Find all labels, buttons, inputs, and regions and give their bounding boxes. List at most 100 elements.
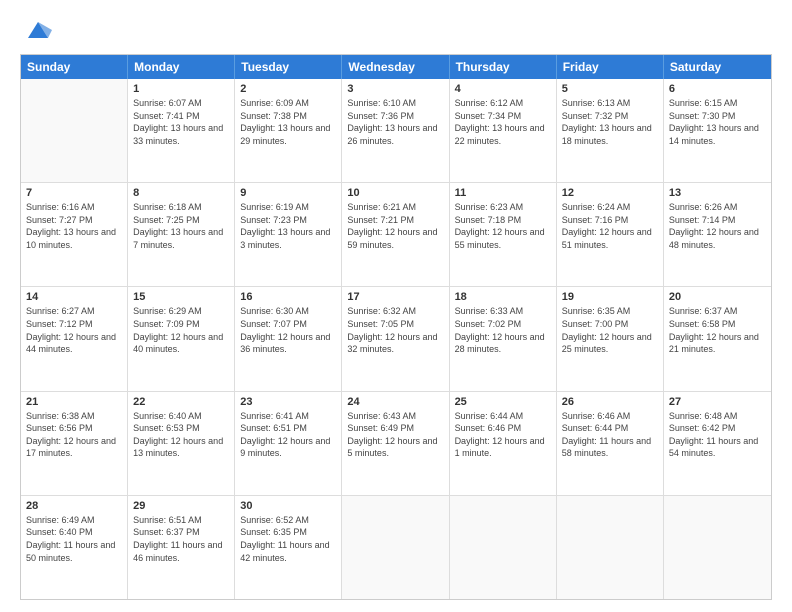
sunrise-text: Sunrise: 6:13 AM (562, 97, 658, 110)
sunset-text: Sunset: 6:58 PM (669, 318, 766, 331)
calendar-body: 1 Sunrise: 6:07 AMSunset: 7:41 PM Daylight… (21, 79, 771, 599)
sunset-text: Sunset: 7:07 PM (240, 318, 336, 331)
day-number: 29 (133, 500, 229, 512)
calendar-row: 1 Sunrise: 6:07 AMSunset: 7:41 PM Daylight… (21, 79, 771, 182)
day-number: 8 (133, 187, 229, 199)
calendar-cell: 10Sunrise: 6:21 AMSunset: 7:21 PMDayligh… (342, 183, 449, 286)
sunrise-text: Sunrise: 6:49 AM (26, 514, 122, 527)
sunrise-text: Sunrise: 6:27 AM (26, 305, 122, 318)
logo (20, 16, 52, 44)
daylight-text: Daylight: 12 hours and 59 minutes. (347, 226, 443, 251)
calendar-cell: 8Sunrise: 6:18 AMSunset: 7:25 PMDaylight… (128, 183, 235, 286)
daylight-text: Daylight: 12 hours and 21 minutes. (669, 331, 766, 356)
header (20, 16, 772, 44)
sunset-text: Sunset: 7:05 PM (347, 318, 443, 331)
daylight-text: Daylight: 12 hours and 36 minutes. (240, 331, 336, 356)
day-number: 1 (133, 83, 229, 95)
sunrise-text: Sunrise: 6:46 AM (562, 410, 658, 423)
calendar-cell: 15Sunrise: 6:29 AMSunset: 7:09 PMDayligh… (128, 287, 235, 390)
sunset-text: Sunset: 6:49 PM (347, 422, 443, 435)
sunset-text: Sunset: 6:37 PM (133, 526, 229, 539)
calendar-row: 7 Sunrise: 6:16 AMSunset: 7:27 PM Daylight… (21, 182, 771, 286)
day-number: 6 (669, 83, 766, 95)
day-number: 7 (26, 187, 122, 199)
sunset-text: Sunset: 6:51 PM (240, 422, 336, 435)
sunset-text: Sunset: 7:14 PM (669, 214, 766, 227)
day-number: 14 (26, 291, 122, 303)
sunset-text: Sunset: 6:56 PM (26, 422, 122, 435)
sunrise-text: Sunrise: 6:38 AM (26, 410, 122, 423)
day-number: 21 (26, 396, 122, 408)
sunrise-text: Sunrise: 6:24 AM (562, 201, 658, 214)
daylight-text: Daylight: 11 hours and 46 minutes. (133, 539, 229, 564)
sunset-text: Sunset: 7:34 PM (455, 110, 551, 123)
day-number: 20 (669, 291, 766, 303)
calendar-cell: 23 Sunrise: 6:41 AMSunset: 6:51 PMDayligh… (235, 392, 342, 495)
calendar-cell: 13Sunrise: 6:26 AMSunset: 7:14 PMDayligh… (664, 183, 771, 286)
sunset-text: Sunset: 6:53 PM (133, 422, 229, 435)
weekday-header: Monday (128, 55, 235, 79)
daylight-text: Daylight: 12 hours and 40 minutes. (133, 331, 229, 356)
sunrise-text: Sunrise: 6:16 AM (26, 201, 122, 214)
weekday-header: Tuesday (235, 55, 342, 79)
sunset-text: Sunset: 7:41 PM (133, 110, 229, 123)
daylight-text: Daylight: 12 hours and 17 minutes. (26, 435, 122, 460)
calendar-cell: 24 Sunrise: 6:43 AMSunset: 6:49 PMDayligh… (342, 392, 449, 495)
sunset-text: Sunset: 7:18 PM (455, 214, 551, 227)
sunrise-text: Sunrise: 6:23 AM (455, 201, 551, 214)
day-number: 30 (240, 500, 336, 512)
daylight-text: Daylight: 11 hours and 42 minutes. (240, 539, 336, 564)
sunrise-text: Sunrise: 6:12 AM (455, 97, 551, 110)
sunrise-text: Sunrise: 6:51 AM (133, 514, 229, 527)
daylight-text: Daylight: 12 hours and 13 minutes. (133, 435, 229, 460)
calendar-cell: 12Sunrise: 6:24 AMSunset: 7:16 PMDayligh… (557, 183, 664, 286)
day-number: 3 (347, 83, 443, 95)
day-number: 24 (347, 396, 443, 408)
calendar-row: 21Sunrise: 6:38 AMSunset: 6:56 PMDayligh… (21, 391, 771, 495)
calendar-cell: 3Sunrise: 6:10 AMSunset: 7:36 PMDaylight… (342, 79, 449, 182)
calendar-cell: 5 Sunrise: 6:13 AMSunset: 7:32 PMDaylight… (557, 79, 664, 182)
calendar-cell: 27Sunrise: 6:48 AMSunset: 6:42 PMDayligh… (664, 392, 771, 495)
weekday-header: Friday (557, 55, 664, 79)
sunset-text: Sunset: 7:32 PM (562, 110, 658, 123)
sunrise-text: Sunrise: 6:43 AM (347, 410, 443, 423)
sunrise-text: Sunrise: 6:18 AM (133, 201, 229, 214)
calendar-row: 28Sunrise: 6:49 AMSunset: 6:40 PMDayligh… (21, 495, 771, 599)
sunrise-text: Sunrise: 6:15 AM (669, 97, 766, 110)
sunrise-text: Sunrise: 6:35 AM (562, 305, 658, 318)
weekday-header: Saturday (664, 55, 771, 79)
calendar-cell: 7Sunrise: 6:16 AMSunset: 7:27 PMDaylight… (21, 183, 128, 286)
sunset-text: Sunset: 6:46 PM (455, 422, 551, 435)
sunrise-text: Sunrise: 6:41 AM (240, 410, 336, 423)
calendar-cell: 26Sunrise: 6:46 AMSunset: 6:44 PMDayligh… (557, 392, 664, 495)
daylight-text: Daylight: 12 hours and 9 minutes. (240, 435, 336, 460)
sunrise-text: Sunrise: 6:07 AM (133, 97, 229, 110)
daylight-text: Daylight: 12 hours and 55 minutes. (455, 226, 551, 251)
daylight-text: Daylight: 13 hours and 26 minutes. (347, 122, 443, 147)
sunset-text: Sunset: 7:27 PM (26, 214, 122, 227)
daylight-text: Daylight: 11 hours and 58 minutes. (562, 435, 658, 460)
calendar-cell (21, 79, 128, 182)
day-number: 23 (240, 396, 336, 408)
calendar-cell: 25Sunrise: 6:44 AMSunset: 6:46 PMDayligh… (450, 392, 557, 495)
day-number: 18 (455, 291, 551, 303)
sunset-text: Sunset: 7:21 PM (347, 214, 443, 227)
calendar-cell: 19Sunrise: 6:35 AMSunset: 7:00 PMDayligh… (557, 287, 664, 390)
sunrise-text: Sunrise: 6:40 AM (133, 410, 229, 423)
sunrise-text: Sunrise: 6:10 AM (347, 97, 443, 110)
sunrise-text: Sunrise: 6:21 AM (347, 201, 443, 214)
daylight-text: Daylight: 12 hours and 28 minutes. (455, 331, 551, 356)
calendar-cell (450, 496, 557, 599)
calendar-row: 14Sunrise: 6:27 AMSunset: 7:12 PMDayligh… (21, 286, 771, 390)
sunset-text: Sunset: 7:38 PM (240, 110, 336, 123)
sunrise-text: Sunrise: 6:09 AM (240, 97, 336, 110)
calendar-cell: 29 Sunrise: 6:51 AMSunset: 6:37 PMDayligh… (128, 496, 235, 599)
day-number: 5 (562, 83, 658, 95)
page: SundayMondayTuesdayWednesdayThursdayFrid… (0, 0, 792, 612)
sunset-text: Sunset: 7:09 PM (133, 318, 229, 331)
daylight-text: Daylight: 12 hours and 5 minutes. (347, 435, 443, 460)
daylight-text: Daylight: 13 hours and 18 minutes. (562, 122, 658, 147)
calendar: SundayMondayTuesdayWednesdayThursdayFrid… (20, 54, 772, 600)
calendar-cell: 30Sunrise: 6:52 AMSunset: 6:35 PMDayligh… (235, 496, 342, 599)
daylight-text: Daylight: 12 hours and 51 minutes. (562, 226, 658, 251)
